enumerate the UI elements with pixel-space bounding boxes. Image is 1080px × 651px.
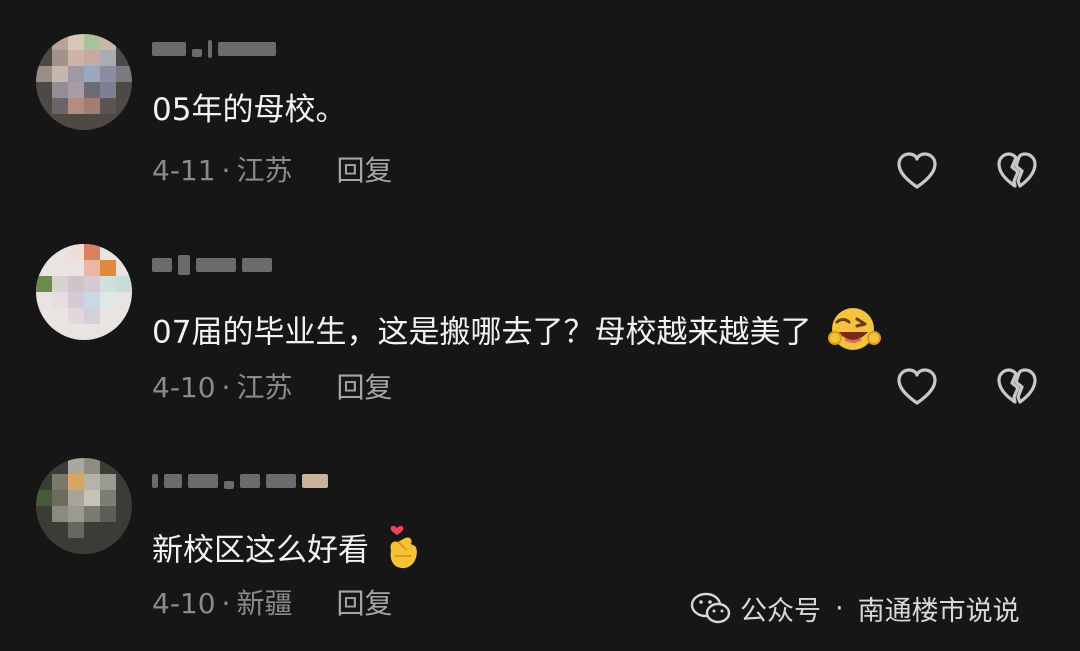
avatar[interactable] — [36, 244, 132, 340]
username[interactable] — [152, 470, 328, 492]
finger-heart-emoji — [383, 522, 423, 582]
comment-date: 4-10 — [152, 587, 216, 620]
broken-heart-icon — [997, 368, 1037, 404]
username[interactable] — [152, 254, 272, 276]
reply-button[interactable]: 回复 — [336, 370, 392, 406]
watermark: 公众号 · 南通楼市说说 — [690, 586, 1020, 630]
laughing-wink-emoji — [825, 306, 883, 362]
avatar[interactable] — [36, 458, 132, 554]
watermark-dot: · — [835, 592, 844, 624]
like-button[interactable] — [896, 367, 938, 407]
comment-text: 07届的毕业生，这是搬哪去了？母校越来越美了 — [152, 306, 883, 362]
meta-separator: · — [221, 371, 231, 404]
comment-item: 新校区这么好看 4-10 · 新疆 回复 — [0, 0, 1080, 620]
dislike-button[interactable] — [996, 367, 1038, 407]
comment-meta: 4-10 · 江苏 回复 — [152, 370, 392, 406]
wechat-icon — [690, 592, 731, 624]
watermark-label-right: 南通楼市说说 — [857, 595, 1020, 627]
comment-meta: 4-10 · 新疆 回复 — [152, 586, 392, 622]
reply-button[interactable]: 回复 — [336, 586, 392, 622]
heart-icon — [897, 368, 937, 405]
comment-location: 新疆 — [236, 587, 293, 620]
meta-separator: · — [221, 587, 231, 620]
comment-date: 4-10 — [152, 371, 216, 404]
comment-location: 江苏 — [236, 371, 293, 404]
watermark-label-left: 公众号 — [740, 595, 821, 627]
comment-text: 新校区这么好看 — [152, 522, 423, 582]
